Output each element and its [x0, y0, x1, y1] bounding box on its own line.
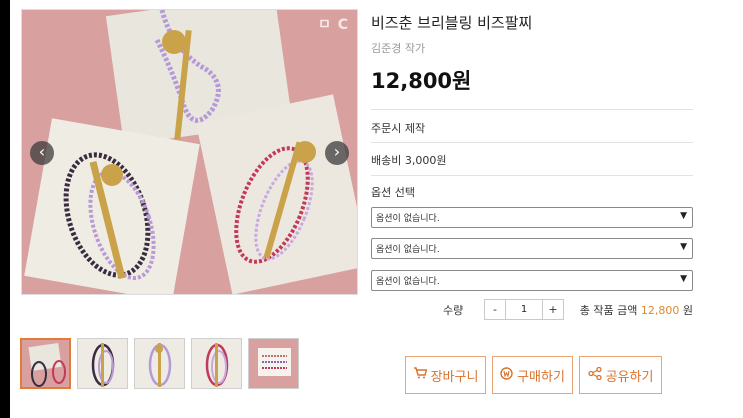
made-to-order-note: 주문시 제작: [371, 122, 426, 135]
option-select-value: 옵션이 없습니다.: [376, 277, 440, 287]
share-icon: [587, 366, 602, 384]
buy-now-button[interactable]: 구매하기: [492, 356, 573, 394]
thumbnail-5[interactable]: [248, 338, 299, 389]
cart-icon: [413, 367, 428, 383]
share-button[interactable]: 공유하기: [579, 356, 662, 394]
option-select-1[interactable]: 옵션이 없습니다. ▼: [371, 207, 693, 228]
thumbnail-2[interactable]: [77, 338, 128, 389]
product-title: 비즈춘 브리블링 비즈팔찌: [371, 14, 533, 32]
shipping-fee: 배송비 3,000원: [371, 154, 447, 167]
next-image-button[interactable]: ›: [325, 141, 349, 165]
product-photo: [22, 10, 357, 294]
won-coin-icon: [500, 366, 513, 384]
divider: [371, 142, 693, 143]
main-product-image: ㅁ C ‹ ›: [21, 9, 358, 295]
total-price: 총 작품 금액 12,800 원: [580, 302, 693, 318]
image-watermark: ㅁ C: [317, 17, 349, 33]
divider: [371, 109, 693, 110]
chevron-down-icon: ▼: [680, 274, 687, 284]
thumbnail-4[interactable]: [191, 338, 242, 389]
left-edge-bar: [0, 0, 10, 418]
action-buttons: 장바구니 구매하기 공유하기: [405, 356, 662, 394]
quantity-input[interactable]: 1: [505, 300, 543, 319]
share-button-label: 공유하기: [605, 369, 654, 385]
quantity-label: 수량: [443, 304, 464, 317]
artist-name[interactable]: 김준경 작가: [371, 40, 425, 56]
option-select-value: 옵션이 없습니다.: [376, 214, 440, 224]
thumbnail-strip: [20, 338, 299, 389]
quantity-stepper: - 1 +: [484, 299, 564, 320]
thumbnail-1[interactable]: [20, 338, 71, 389]
thumbnail-3[interactable]: [134, 338, 185, 389]
chevron-down-icon: ▼: [680, 211, 687, 221]
option-heading: 옵션 선택: [371, 186, 415, 199]
option-select-3[interactable]: 옵션이 없습니다. ▼: [371, 270, 693, 291]
divider: [371, 175, 693, 176]
quantity-decrease-button[interactable]: -: [485, 300, 505, 319]
total-label: 총 작품 금액: [579, 304, 638, 317]
buy-button-label: 구매하기: [517, 369, 565, 385]
product-price: 12,800원: [371, 69, 472, 93]
total-amount: 12,800: [640, 304, 680, 317]
previous-image-button[interactable]: ‹: [30, 141, 54, 165]
option-select-2[interactable]: 옵션이 없습니다. ▼: [371, 238, 693, 259]
chevron-down-icon: ▼: [680, 242, 687, 252]
total-unit: 원: [682, 304, 693, 317]
add-to-cart-button[interactable]: 장바구니: [405, 356, 486, 394]
option-select-value: 옵션이 없습니다.: [376, 245, 440, 255]
quantity-increase-button[interactable]: +: [543, 300, 563, 319]
cart-button-label: 장바구니: [430, 369, 479, 385]
